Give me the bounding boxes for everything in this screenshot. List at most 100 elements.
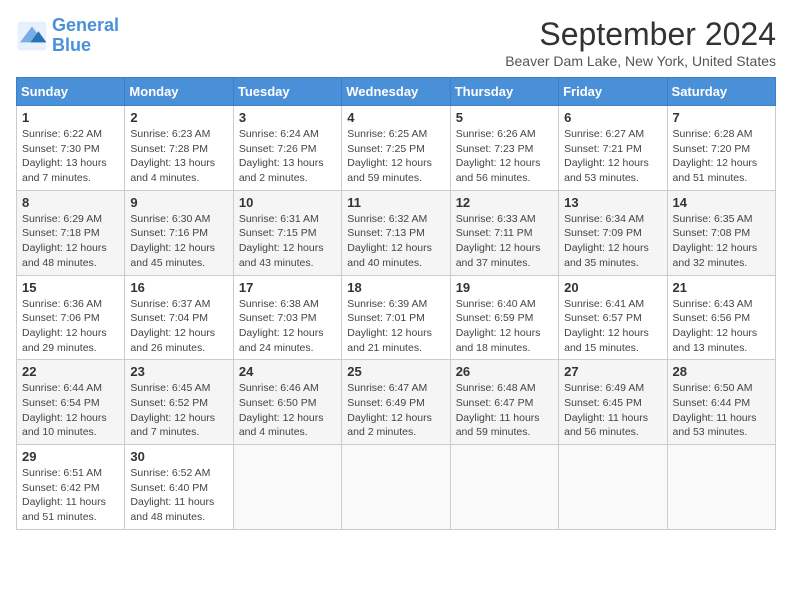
day-info: Sunrise: 6:27 AMSunset: 7:21 PMDaylight:… <box>564 127 661 186</box>
header-thursday: Thursday <box>450 78 558 106</box>
title-block: September 2024 Beaver Dam Lake, New York… <box>505 16 776 69</box>
day-number: 25 <box>347 364 444 379</box>
day-cell: 8 Sunrise: 6:29 AMSunset: 7:18 PMDaylight… <box>17 190 125 275</box>
logo: General Blue <box>16 16 119 56</box>
day-cell: 7 Sunrise: 6:28 AMSunset: 7:20 PMDaylight… <box>667 106 775 191</box>
day-cell: 26 Sunrise: 6:48 AMSunset: 6:47 PMDayligh… <box>450 360 558 445</box>
day-number: 10 <box>239 195 336 210</box>
logo-line2: Blue <box>52 35 91 55</box>
day-number: 4 <box>347 110 444 125</box>
day-info: Sunrise: 6:31 AMSunset: 7:15 PMDaylight:… <box>239 212 336 271</box>
day-info: Sunrise: 6:25 AMSunset: 7:25 PMDaylight:… <box>347 127 444 186</box>
day-info: Sunrise: 6:38 AMSunset: 7:03 PMDaylight:… <box>239 297 336 356</box>
week-row-2: 8 Sunrise: 6:29 AMSunset: 7:18 PMDaylight… <box>17 190 776 275</box>
day-number: 1 <box>22 110 119 125</box>
day-cell: 12 Sunrise: 6:33 AMSunset: 7:11 PMDayligh… <box>450 190 558 275</box>
day-number: 11 <box>347 195 444 210</box>
day-cell <box>559 445 667 530</box>
day-number: 3 <box>239 110 336 125</box>
day-number: 29 <box>22 449 119 464</box>
day-number: 18 <box>347 280 444 295</box>
day-cell: 17Sunrise: 6:38 AMSunset: 7:03 PMDayligh… <box>233 275 341 360</box>
day-info: Sunrise: 6:32 AMSunset: 7:13 PMDaylight:… <box>347 212 444 271</box>
day-info: Sunrise: 6:26 AMSunset: 7:23 PMDaylight:… <box>456 127 553 186</box>
day-number: 24 <box>239 364 336 379</box>
day-cell: 20Sunrise: 6:41 AMSunset: 6:57 PMDayligh… <box>559 275 667 360</box>
day-number: 12 <box>456 195 553 210</box>
day-cell: 28 Sunrise: 6:50 AMSunset: 6:44 PMDayligh… <box>667 360 775 445</box>
day-cell: 9Sunrise: 6:30 AMSunset: 7:16 PMDaylight… <box>125 190 233 275</box>
day-cell: 2 Sunrise: 6:23 AMSunset: 7:28 PMDaylight… <box>125 106 233 191</box>
day-number: 7 <box>673 110 770 125</box>
day-info: Sunrise: 6:47 AMSunset: 6:49 PMDaylight:… <box>347 381 444 440</box>
day-cell: 25 Sunrise: 6:47 AMSunset: 6:49 PMDayligh… <box>342 360 450 445</box>
day-cell <box>667 445 775 530</box>
calendar-table: SundayMondayTuesdayWednesdayThursdayFrid… <box>16 77 776 530</box>
day-cell: 24 Sunrise: 6:46 AMSunset: 6:50 PMDayligh… <box>233 360 341 445</box>
day-number: 21 <box>673 280 770 295</box>
day-cell: 30Sunrise: 6:52 AMSunset: 6:40 PMDayligh… <box>125 445 233 530</box>
day-cell: 13 Sunrise: 6:34 AMSunset: 7:09 PMDayligh… <box>559 190 667 275</box>
day-info: Sunrise: 6:37 AMSunset: 7:04 PMDaylight:… <box>130 297 227 356</box>
day-number: 28 <box>673 364 770 379</box>
day-cell <box>233 445 341 530</box>
page-header: General Blue September 2024 Beaver Dam L… <box>16 16 776 69</box>
day-cell: 19Sunrise: 6:40 AMSunset: 6:59 PMDayligh… <box>450 275 558 360</box>
day-number: 9 <box>130 195 227 210</box>
day-info: Sunrise: 6:46 AMSunset: 6:50 PMDaylight:… <box>239 381 336 440</box>
logo-line1: General <box>52 15 119 35</box>
day-cell <box>342 445 450 530</box>
day-number: 26 <box>456 364 553 379</box>
day-cell: 15 Sunrise: 6:36 AMSunset: 7:06 PMDayligh… <box>17 275 125 360</box>
day-info: Sunrise: 6:43 AMSunset: 6:56 PMDaylight:… <box>673 297 770 356</box>
header-wednesday: Wednesday <box>342 78 450 106</box>
day-info: Sunrise: 6:33 AMSunset: 7:11 PMDaylight:… <box>456 212 553 271</box>
day-number: 6 <box>564 110 661 125</box>
day-info: Sunrise: 6:40 AMSunset: 6:59 PMDaylight:… <box>456 297 553 356</box>
calendar-body: 1 Sunrise: 6:22 AMSunset: 7:30 PMDaylight… <box>17 106 776 530</box>
day-number: 20 <box>564 280 661 295</box>
header-monday: Monday <box>125 78 233 106</box>
day-info: Sunrise: 6:28 AMSunset: 7:20 PMDaylight:… <box>673 127 770 186</box>
day-cell: 6 Sunrise: 6:27 AMSunset: 7:21 PMDaylight… <box>559 106 667 191</box>
day-info: Sunrise: 6:36 AMSunset: 7:06 PMDaylight:… <box>22 297 119 356</box>
day-number: 2 <box>130 110 227 125</box>
location-subtitle: Beaver Dam Lake, New York, United States <box>505 53 776 69</box>
day-info: Sunrise: 6:51 AMSunset: 6:42 PMDaylight:… <box>22 466 119 525</box>
day-info: Sunrise: 6:23 AMSunset: 7:28 PMDaylight:… <box>130 127 227 186</box>
day-number: 13 <box>564 195 661 210</box>
day-cell: 1 Sunrise: 6:22 AMSunset: 7:30 PMDaylight… <box>17 106 125 191</box>
day-cell: 18Sunrise: 6:39 AMSunset: 7:01 PMDayligh… <box>342 275 450 360</box>
day-info: Sunrise: 6:34 AMSunset: 7:09 PMDaylight:… <box>564 212 661 271</box>
day-info: Sunrise: 6:44 AMSunset: 6:54 PMDaylight:… <box>22 381 119 440</box>
day-number: 27 <box>564 364 661 379</box>
day-info: Sunrise: 6:29 AMSunset: 7:18 PMDaylight:… <box>22 212 119 271</box>
day-cell: 14Sunrise: 6:35 AMSunset: 7:08 PMDayligh… <box>667 190 775 275</box>
day-cell: 22Sunrise: 6:44 AMSunset: 6:54 PMDayligh… <box>17 360 125 445</box>
header-sunday: Sunday <box>17 78 125 106</box>
day-info: Sunrise: 6:50 AMSunset: 6:44 PMDaylight:… <box>673 381 770 440</box>
week-row-3: 15 Sunrise: 6:36 AMSunset: 7:06 PMDayligh… <box>17 275 776 360</box>
month-title: September 2024 <box>505 16 776 53</box>
day-info: Sunrise: 6:22 AMSunset: 7:30 PMDaylight:… <box>22 127 119 186</box>
day-cell: 10 Sunrise: 6:31 AMSunset: 7:15 PMDayligh… <box>233 190 341 275</box>
day-number: 30 <box>130 449 227 464</box>
day-cell: 11 Sunrise: 6:32 AMSunset: 7:13 PMDayligh… <box>342 190 450 275</box>
day-number: 14 <box>673 195 770 210</box>
day-cell: 16 Sunrise: 6:37 AMSunset: 7:04 PMDayligh… <box>125 275 233 360</box>
day-info: Sunrise: 6:48 AMSunset: 6:47 PMDaylight:… <box>456 381 553 440</box>
header-tuesday: Tuesday <box>233 78 341 106</box>
day-number: 16 <box>130 280 227 295</box>
week-row-5: 29 Sunrise: 6:51 AMSunset: 6:42 PMDayligh… <box>17 445 776 530</box>
day-cell: 21 Sunrise: 6:43 AMSunset: 6:56 PMDayligh… <box>667 275 775 360</box>
header-row: SundayMondayTuesdayWednesdayThursdayFrid… <box>17 78 776 106</box>
day-cell: 3 Sunrise: 6:24 AMSunset: 7:26 PMDaylight… <box>233 106 341 191</box>
day-cell: 23Sunrise: 6:45 AMSunset: 6:52 PMDayligh… <box>125 360 233 445</box>
calendar-header: SundayMondayTuesdayWednesdayThursdayFrid… <box>17 78 776 106</box>
day-cell: 5Sunrise: 6:26 AMSunset: 7:23 PMDaylight… <box>450 106 558 191</box>
day-number: 15 <box>22 280 119 295</box>
day-info: Sunrise: 6:24 AMSunset: 7:26 PMDaylight:… <box>239 127 336 186</box>
day-cell: 27Sunrise: 6:49 AMSunset: 6:45 PMDayligh… <box>559 360 667 445</box>
day-number: 8 <box>22 195 119 210</box>
header-friday: Friday <box>559 78 667 106</box>
